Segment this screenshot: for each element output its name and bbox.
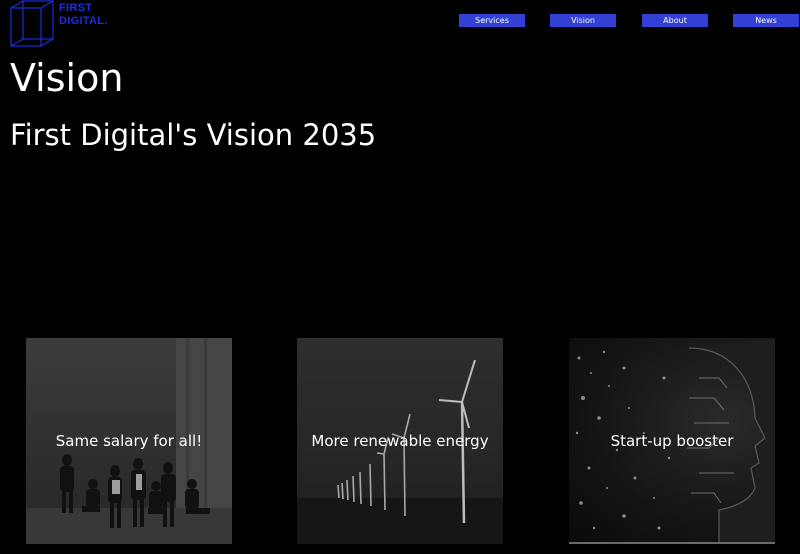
logo-line-1: FIRST [59, 2, 93, 14]
page-subtitle: First Digital's Vision 2035 [10, 118, 377, 152]
card-same-salary[interactable]: Same salary for all! [26, 338, 232, 544]
nav-services-button[interactable]: Services [459, 14, 525, 27]
nav-about-button[interactable]: About [642, 14, 708, 27]
logo-cube-icon [10, 0, 54, 47]
nav-news-button[interactable]: News [733, 14, 799, 27]
page-title: Vision [10, 56, 124, 100]
card-startup-booster[interactable]: Start-up booster [569, 338, 775, 544]
card-label: Same salary for all! [55, 432, 203, 450]
card-label: Start-up booster [610, 432, 734, 450]
logo-text: FIRST DIGITAL. [59, 2, 108, 28]
card-label: More renewable energy [311, 432, 489, 450]
card-renewable-energy[interactable]: More renewable energy [297, 338, 503, 544]
nav-vision-button[interactable]: Vision [550, 14, 616, 27]
logo[interactable]: FIRST DIGITAL. [10, 0, 120, 48]
logo-line-2: DIGITAL. [59, 15, 108, 27]
